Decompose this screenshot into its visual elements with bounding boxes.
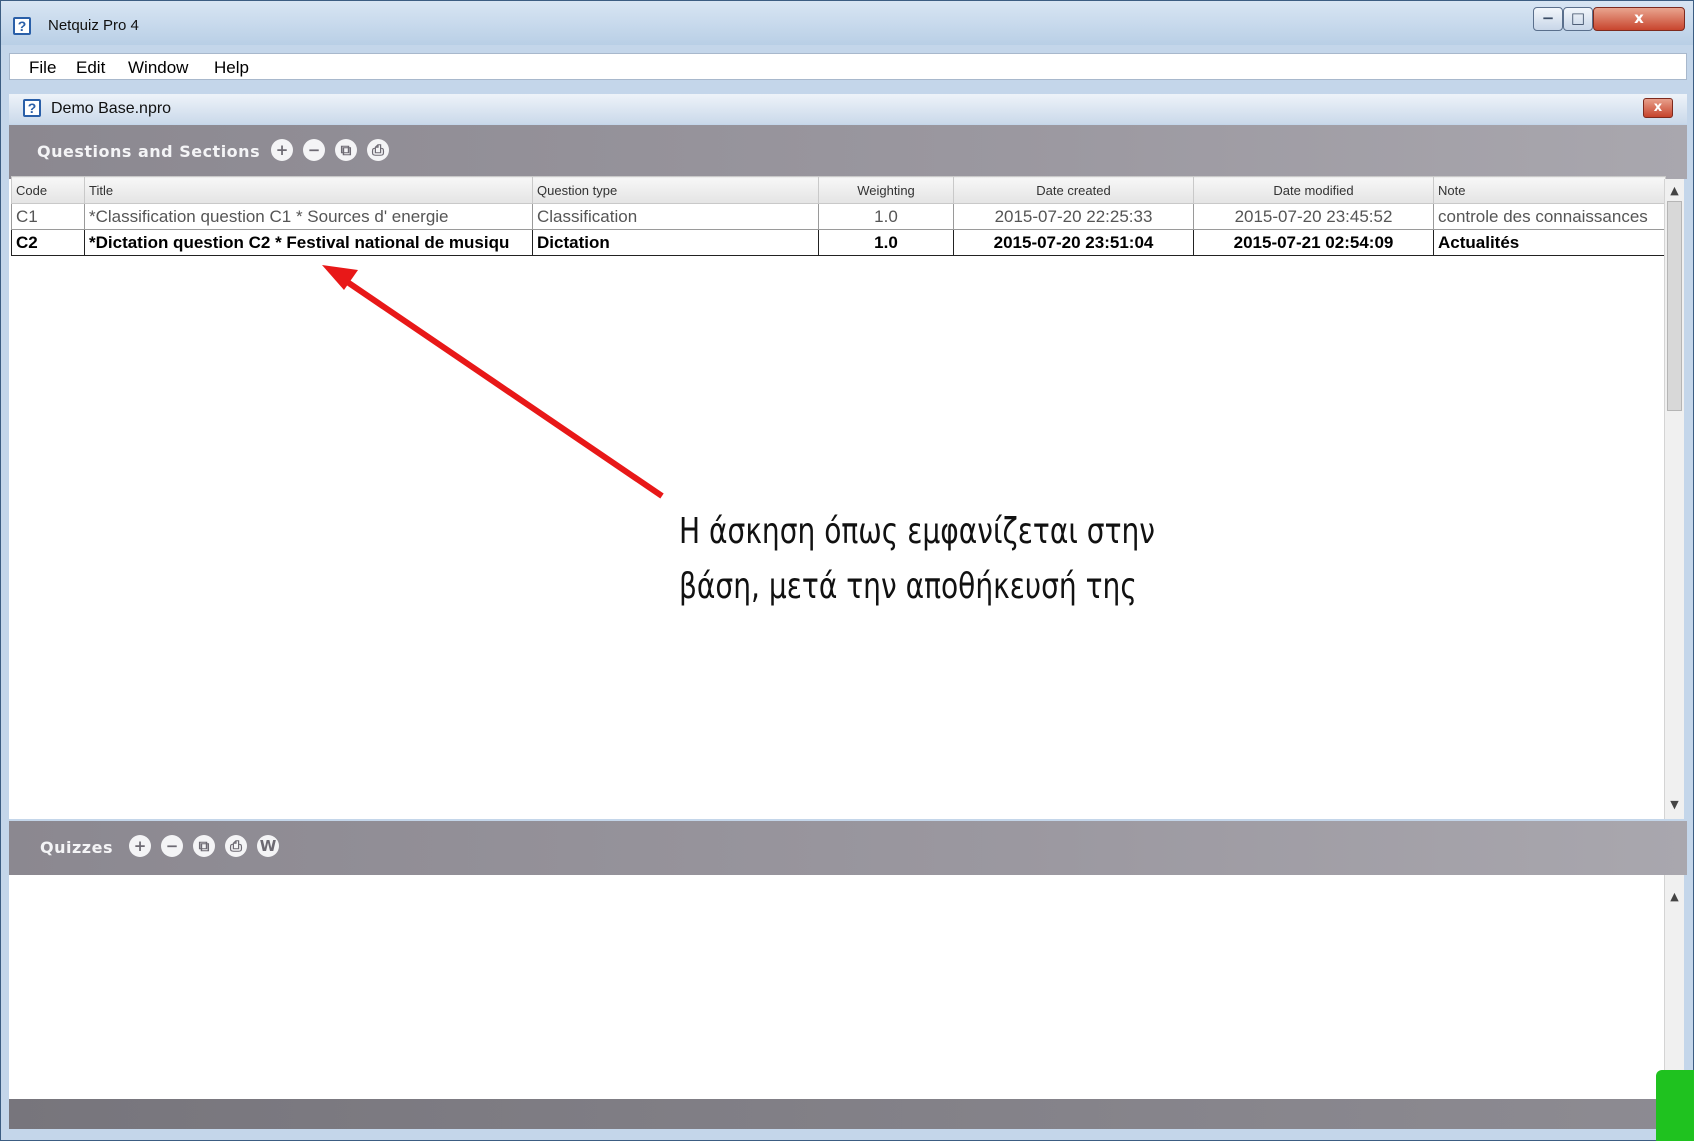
annotation-line-2: βάση, μετά την αποθήκευσή της [679,566,1137,607]
annotation-text: Η άσκηση όπως εμφανίζεται στην βάση, μετ… [679,504,1155,614]
arrow-shaft [338,274,664,499]
annotation-line-1: Η άσκηση όπως εμφανίζεται στην [679,511,1155,552]
green-badge [1656,1070,1694,1141]
